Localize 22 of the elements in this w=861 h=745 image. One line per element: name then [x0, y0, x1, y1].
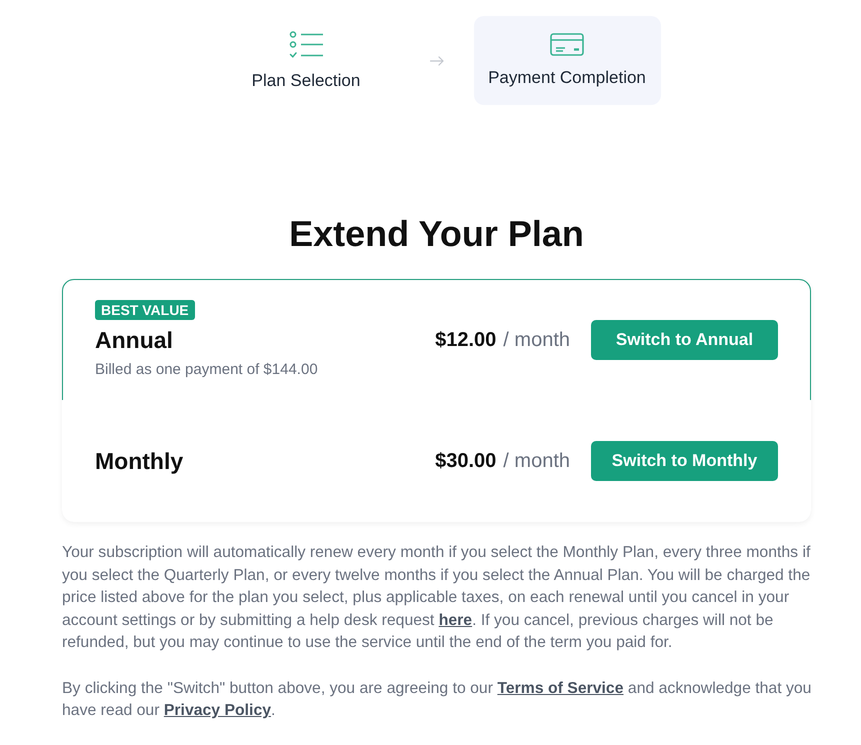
- plan-price: $12.00: [435, 328, 496, 353]
- text-link[interactable]: here: [438, 612, 472, 628]
- step-item[interactable]: Payment Completion: [474, 16, 660, 105]
- credit-card-icon: [550, 33, 584, 56]
- price-period: / month: [503, 449, 570, 474]
- step-label: Plan Selection: [252, 70, 360, 90]
- disclaimer-text: By clicking the "Switch" button above, you are agreeing to our Terms of Service and acknowledge that you have read our Privacy Policy.: [62, 678, 812, 721]
- plan-name: Annual: [95, 326, 173, 354]
- arrow-right-icon: [430, 56, 444, 66]
- plan-row[interactable]: BEST VALUE Annual Billed as one payment of $144.00 $12.00 / month Switch to Annual: [62, 279, 811, 401]
- text-link[interactable]: Terms of Service: [497, 680, 624, 696]
- disclaimer-text: Your subscription will automatically renew every month if you select the Monthly Plan, every three months if you select the Quarterly Plan, or every twelve months if you select the Annual Plan. You will be charged the price listed above for the plan you select, plus applicable taxes, on each renewal until you cancel in your account settings or by submitting a help desk request here. If you cancel, previous charges will not be refunded, but you may continue to use the service until the end of the term you paid for.: [62, 543, 812, 653]
- price-period: / month: [503, 328, 570, 353]
- plan-row[interactable]: Monthly $30.00 / month Switch to Monthly: [62, 400, 811, 522]
- plan-name: Monthly: [95, 447, 184, 475]
- text-link[interactable]: Privacy Policy: [164, 702, 272, 719]
- plan-price: $30.00: [435, 449, 496, 474]
- checklist-icon: [288, 30, 324, 58]
- billing-note: Billed as one payment of $144.00: [95, 360, 318, 380]
- page-heading: Extend Your Plan: [288, 212, 585, 256]
- best-value-badge: BEST VALUE: [95, 300, 195, 320]
- step-label: Payment Completion: [488, 68, 646, 88]
